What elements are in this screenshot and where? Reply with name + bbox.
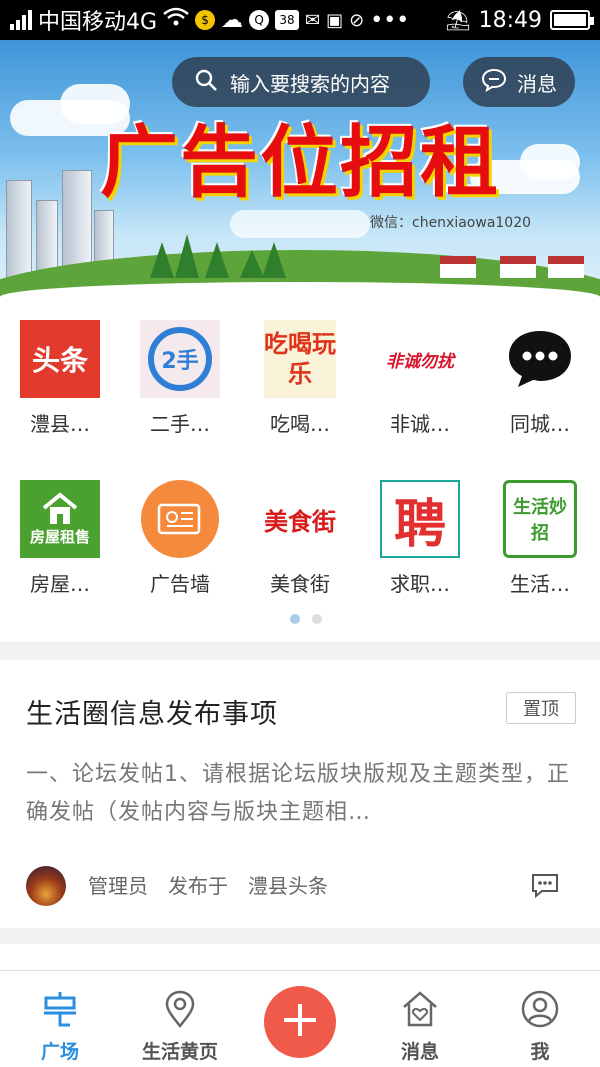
no-eye-icon: ⊘ <box>349 9 365 31</box>
tab-plaza[interactable]: 广场 <box>0 971 120 1067</box>
post-title: 生活圈信息发布事项 <box>26 699 278 730</box>
grid-item-label: 吃喝… <box>270 412 330 436</box>
tab-label: 消息 <box>400 1041 439 1063</box>
calendar-icon: ▣ <box>326 9 344 31</box>
category-grid: 头条 澧县… 2手 二手… 吃喝玩乐 吃喝… 非诚勿扰 非诚… 同城… 房屋租售 <box>0 300 600 642</box>
recruit-icon: 聘 <box>380 480 460 558</box>
grid-item-house[interactable]: 房屋租售 房屋… <box>0 460 120 610</box>
search-bar[interactable]: 输入要搜索的内容 <box>172 57 430 107</box>
toutiao-icon: 头条 <box>20 320 100 398</box>
location-pin-icon <box>160 989 200 1029</box>
post-author: 管理员 <box>88 874 148 898</box>
tab-label: 我 <box>530 1041 550 1063</box>
grid-item-recruit[interactable]: 聘 求职… <box>360 460 480 610</box>
grid-item-label: 非诚… <box>390 412 450 436</box>
grid-item-food-street[interactable]: 美食街 美食街 <box>240 460 360 610</box>
ad-wall-icon <box>140 480 220 558</box>
post-card[interactable]: 生活圈信息发布事项 置顶 一、论坛发帖1、请根据论坛版块版规及主题类型，正确发帖… <box>0 660 600 928</box>
carrier-label: 中国移动4G <box>38 10 158 35</box>
house-heart-icon <box>400 989 440 1029</box>
publish-button[interactable] <box>264 986 336 1058</box>
search-icon <box>194 68 218 97</box>
clock-time: 18:49 <box>478 7 542 33</box>
post-published-in: 发布于 <box>168 874 228 898</box>
tab-messages[interactable]: 消息 <box>360 971 480 1067</box>
grid-item-dating[interactable]: 非诚勿扰 非诚… <box>360 300 480 450</box>
user-icon <box>520 989 560 1029</box>
grid-item-label: 同城… <box>510 412 570 436</box>
food-fun-icon: 吃喝玩乐 <box>264 320 336 398</box>
signal-icon <box>10 10 32 30</box>
grid-item-label: 澧县… <box>30 412 90 436</box>
house-rent-icon: 房屋租售 <box>20 480 100 558</box>
dating-icon: 非诚勿扰 <box>386 351 454 372</box>
secondhand-icon: 2手 <box>140 320 220 398</box>
app-notify-icon: $ <box>195 10 216 30</box>
grid-item-food-fun[interactable]: 吃喝玩乐 吃喝… <box>240 300 360 450</box>
tab-label: 广场 <box>40 1041 79 1063</box>
tab-me[interactable]: 我 <box>480 971 600 1067</box>
wifi-icon <box>163 7 189 33</box>
post-excerpt: 一、论坛发帖1、请根据论坛版块版规及主题类型，正确发帖（发帖内容与版块主题相… <box>26 762 570 825</box>
more-icon: ••• <box>370 7 410 33</box>
grid-item-toutiao[interactable]: 头条 澧县… <box>0 300 120 450</box>
message-button[interactable]: 消息 <box>463 57 575 107</box>
plaza-icon <box>40 989 80 1029</box>
grid-item-tongcheng[interactable]: 同城… <box>480 300 600 450</box>
grid-item-secondhand[interactable]: 2手 二手… <box>120 300 240 450</box>
badge-count-icon: 38 <box>275 10 300 30</box>
post-meta: 管理员 发布于 澧县头条 <box>88 870 328 899</box>
status-bar: 中国移动4G $ ☁ Q 38 ✉ ▣ ⊘ ••• ⛱ 18:49 <box>0 0 600 40</box>
grid-item-label: 二手… <box>150 412 210 436</box>
life-tips-icon: 生活妙招 <box>503 480 577 558</box>
search-placeholder: 输入要搜索的内容 <box>230 71 390 96</box>
grid-item-ad-wall[interactable]: 广告墙 <box>120 460 240 610</box>
ad-title: 广告位招租 <box>100 118 501 208</box>
message-bubble-icon <box>481 68 507 97</box>
tab-label: 生活黄页 <box>141 1041 218 1063</box>
cloud-icon: ☁ <box>221 7 244 33</box>
pinned-badge: 置顶 <box>506 692 576 724</box>
page-indicator <box>290 614 322 624</box>
plus-icon <box>280 1000 320 1044</box>
battery-icon <box>550 10 594 30</box>
comment-icon[interactable] <box>530 872 560 902</box>
grid-item-label: 求职… <box>390 572 450 596</box>
wechat-icon: ✉ <box>305 9 321 31</box>
food-street-icon: 美食街 <box>264 507 336 536</box>
alarm-icon: ⛱ <box>445 8 471 32</box>
chat-bubble-icon <box>500 320 580 398</box>
post-board[interactable]: 澧县头条 <box>248 870 328 899</box>
qq-icon: Q <box>249 10 270 30</box>
ad-wechat-contact: 微信：chenxiaowa1020 <box>370 215 532 231</box>
message-label: 消息 <box>517 71 557 96</box>
grid-item-label: 生活… <box>510 572 570 596</box>
tab-yellow-pages[interactable]: 生活黄页 <box>120 971 240 1067</box>
avatar[interactable] <box>26 866 66 906</box>
grid-item-label: 美食街 <box>270 572 330 596</box>
grid-item-label: 广告墙 <box>150 572 210 596</box>
grid-item-label: 房屋… <box>30 572 90 596</box>
grid-item-life-tips[interactable]: 生活妙招 生活… <box>480 460 600 610</box>
